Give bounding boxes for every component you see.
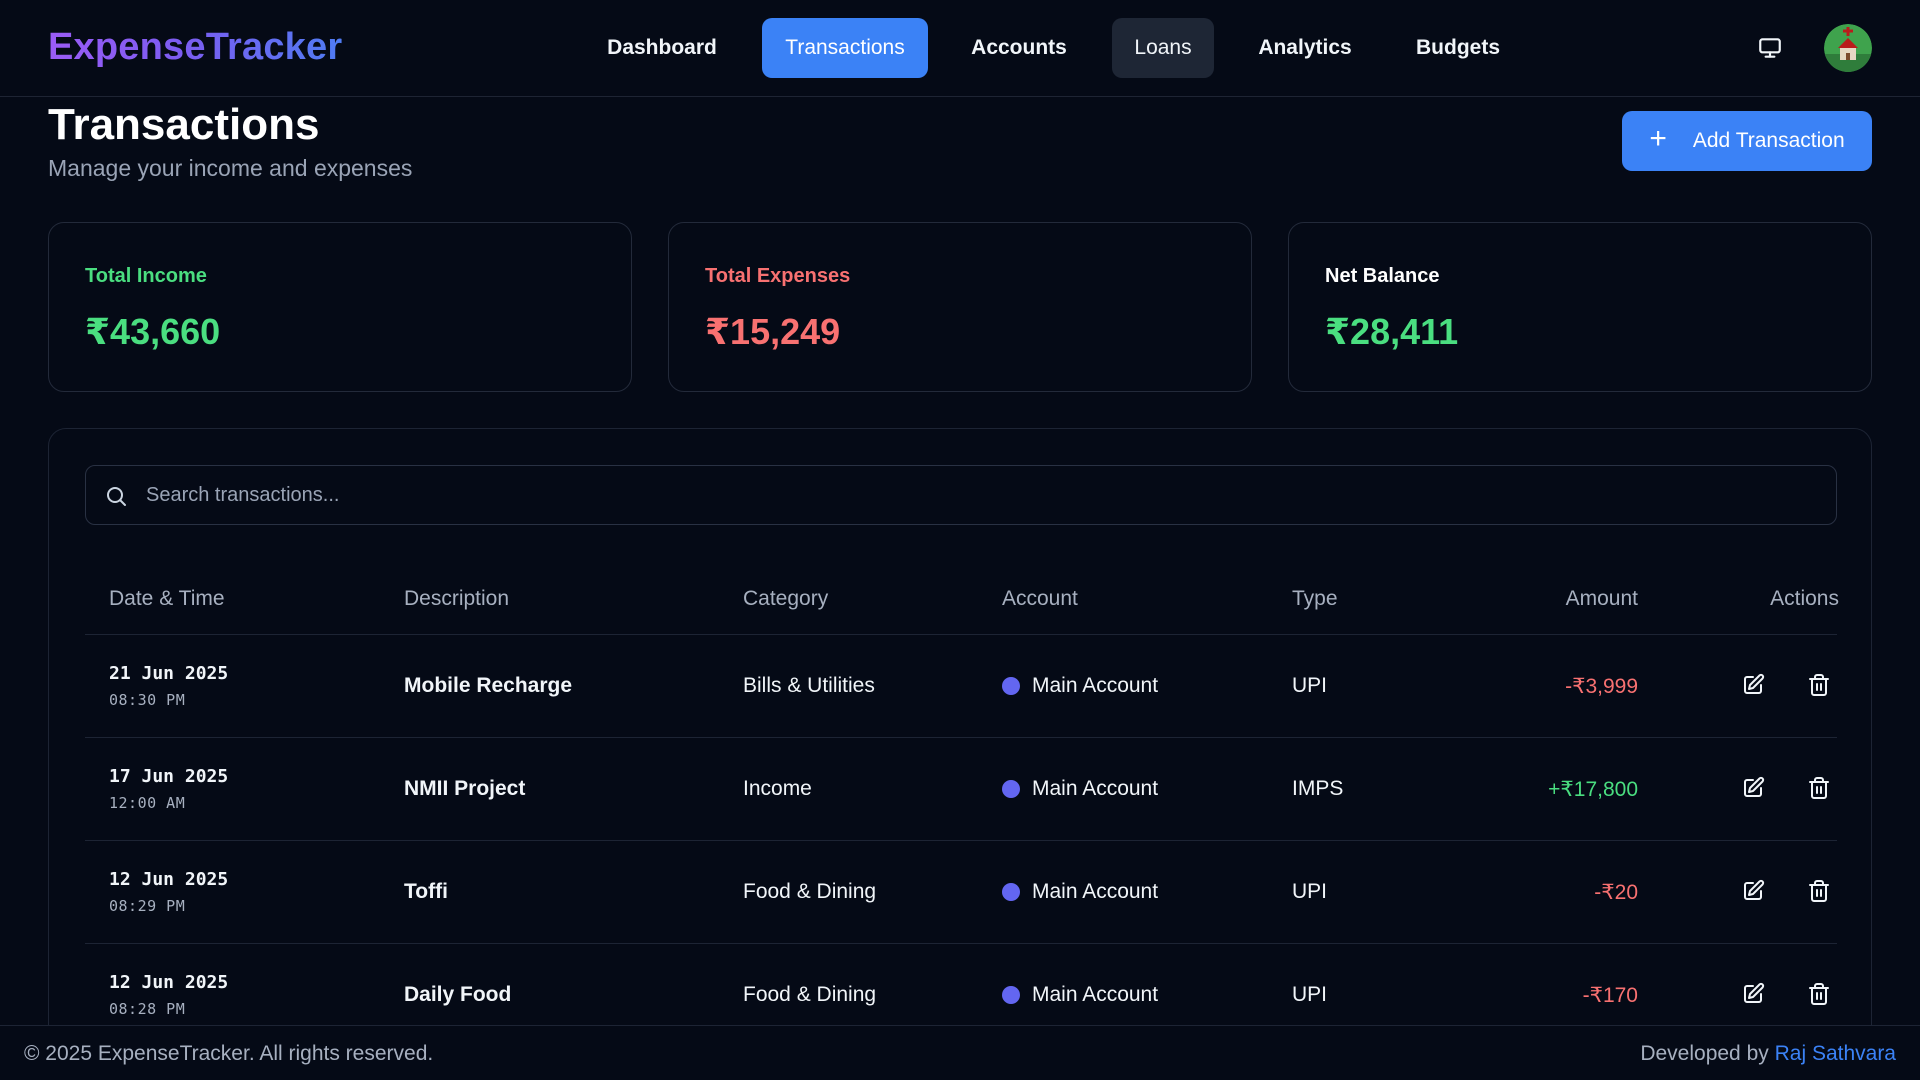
search-icon — [104, 484, 128, 508]
stat-card-income: Total Income ₹43,660 — [48, 222, 632, 392]
stat-value: ₹15,249 — [705, 311, 841, 352]
footer-developed-by: Developed by — [1640, 1042, 1769, 1065]
edit-icon[interactable] — [1739, 774, 1767, 802]
stat-label: Total Expenses — [705, 265, 851, 287]
footer-credit: Developed by Raj Sathvara — [1640, 1042, 1896, 1066]
main-nav: Dashboard Transactions Accounts Loans An… — [0, 18, 1920, 78]
nav-item-loans[interactable]: Loans — [1112, 18, 1214, 78]
footer-copyright: © 2025 ExpenseTracker. All rights reserv… — [24, 1042, 434, 1065]
row-amount: +₹17,800 — [1548, 778, 1638, 801]
row-date: 12 Jun 2025 — [109, 869, 229, 890]
table-row[interactable]: 12 Jun 2025 08:29 PM Toffi Food & Dining… — [85, 840, 1837, 943]
row-date: 12 Jun 2025 — [109, 972, 229, 993]
row-amount: -₹20 — [1594, 881, 1638, 904]
edit-icon[interactable] — [1739, 671, 1767, 699]
row-description: Toffi — [404, 880, 448, 903]
row-category: Food & Dining — [743, 880, 877, 903]
row-amount: -₹3,999 — [1565, 675, 1638, 698]
account-dot — [1002, 780, 1020, 798]
row-type: UPI — [1292, 880, 1328, 903]
row-time: 08:29 PM — [109, 897, 186, 915]
trash-icon[interactable] — [1805, 671, 1833, 699]
row-category: Food & Dining — [743, 983, 877, 1006]
row-account: Main Account — [1032, 777, 1159, 800]
row-description: Daily Food — [404, 983, 512, 1006]
column-header-date[interactable]: Date & Time — [109, 587, 225, 611]
column-header-type[interactable]: Type — [1292, 587, 1338, 611]
row-type: UPI — [1292, 674, 1328, 697]
page-subtitle: Manage your income and expenses — [48, 155, 413, 181]
stat-card-expenses: Total Expenses ₹15,249 — [668, 222, 1252, 392]
row-description: NMII Project — [404, 777, 526, 800]
trash-icon[interactable] — [1805, 774, 1833, 802]
row-time: 12:00 AM — [109, 794, 186, 812]
page-title: Transactions — [48, 100, 320, 149]
transactions-panel: Date & Time Description Category Account… — [48, 428, 1872, 1080]
add-transaction-button[interactable]: + Add Transaction — [1622, 111, 1872, 171]
row-description: Mobile Recharge — [404, 674, 573, 697]
footer: © 2025 ExpenseTracker. All rights reserv… — [0, 1025, 1920, 1080]
table-row[interactable]: 21 Jun 2025 08:30 PM Mobile Recharge Bil… — [85, 634, 1837, 737]
row-type: UPI — [1292, 983, 1328, 1006]
add-transaction-label: Add Transaction — [1692, 129, 1845, 152]
account-dot — [1002, 986, 1020, 1004]
navbar: ExpenseTracker Dashboard Transactions Ac… — [0, 0, 1920, 97]
avatar[interactable] — [1824, 24, 1872, 72]
plus-icon: + — [1649, 122, 1667, 155]
row-amount: -₹170 — [1582, 984, 1638, 1007]
search-input[interactable] — [146, 466, 1826, 524]
search-box — [85, 465, 1837, 525]
row-type: IMPS — [1292, 777, 1344, 800]
row-time: 08:30 PM — [109, 691, 186, 709]
table-row[interactable]: 17 Jun 2025 12:00 AM NMII Project Income… — [85, 737, 1837, 840]
row-account: Main Account — [1032, 983, 1159, 1006]
trash-icon[interactable] — [1805, 877, 1833, 905]
account-dot — [1002, 883, 1020, 901]
stat-value: ₹43,660 — [85, 311, 221, 352]
row-date: 17 Jun 2025 — [109, 766, 229, 787]
row-category: Income — [743, 777, 812, 800]
column-header-account[interactable]: Account — [1002, 587, 1078, 611]
row-time: 08:28 PM — [109, 1000, 186, 1018]
column-header-actions: Actions — [1770, 587, 1839, 610]
column-header-amount[interactable]: Amount — [1438, 587, 1638, 611]
nav-item-budgets[interactable]: Budgets — [1396, 18, 1520, 78]
nav-item-dashboard[interactable]: Dashboard — [590, 18, 734, 78]
nav-item-transactions[interactable]: Transactions — [762, 18, 928, 78]
account-dot — [1002, 677, 1020, 695]
stat-label: Net Balance — [1325, 265, 1440, 287]
row-date: 21 Jun 2025 — [109, 663, 229, 684]
row-account: Main Account — [1032, 674, 1159, 697]
row-account: Main Account — [1032, 880, 1159, 903]
monitor-icon[interactable] — [1754, 33, 1786, 63]
stat-card-net-balance: Net Balance ₹28,411 — [1288, 222, 1872, 392]
stat-value: ₹28,411 — [1325, 311, 1459, 352]
edit-icon[interactable] — [1739, 980, 1767, 1008]
row-category: Bills & Utilities — [743, 674, 875, 697]
trash-icon[interactable] — [1805, 980, 1833, 1008]
nav-item-accounts[interactable]: Accounts — [956, 18, 1082, 78]
edit-icon[interactable] — [1739, 877, 1767, 905]
nav-item-analytics[interactable]: Analytics — [1242, 18, 1368, 78]
column-header-description[interactable]: Description — [404, 587, 509, 611]
column-header-category[interactable]: Category — [743, 587, 828, 611]
stat-label: Total Income — [85, 265, 207, 287]
developer-link[interactable]: Raj Sathvara — [1775, 1042, 1896, 1065]
